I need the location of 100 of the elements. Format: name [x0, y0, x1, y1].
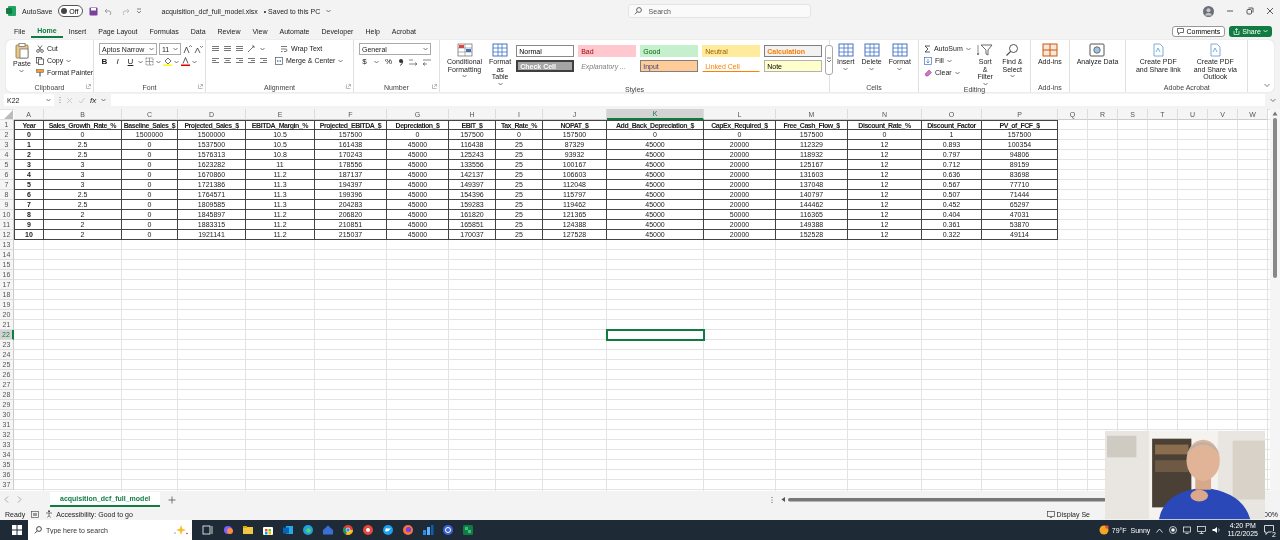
caret-icon[interactable]	[423, 47, 428, 51]
comma-style-icon[interactable]	[398, 57, 404, 66]
caret-icon[interactable]	[497, 82, 503, 87]
save-icon[interactable]	[88, 6, 98, 16]
chevron-up-icon[interactable]	[1156, 527, 1164, 533]
align-left-icon[interactable]	[211, 56, 220, 65]
undo-icon[interactable]	[103, 7, 114, 15]
caret-icon[interactable]	[954, 70, 960, 75]
search-icon	[633, 7, 642, 15]
search-icon	[1004, 43, 1021, 57]
dialog-launcher-icon[interactable]	[86, 84, 91, 89]
customize-icon[interactable]	[135, 8, 142, 14]
sparkle-icon	[174, 525, 188, 535]
caret-icon[interactable]	[260, 46, 265, 51]
gallery-more-button[interactable]	[825, 45, 834, 75]
caret-icon[interactable]	[19, 68, 25, 73]
align-top-icon[interactable]	[211, 44, 220, 53]
enter-icon[interactable]	[78, 96, 85, 104]
decrease-indent-icon[interactable]	[247, 56, 256, 65]
caret-icon[interactable]	[338, 58, 344, 63]
app-icon[interactable]	[442, 524, 454, 536]
font-color-icon[interactable]	[181, 57, 190, 66]
dialog-launcher-icon[interactable]	[198, 84, 203, 89]
currency-button[interactable]: $	[359, 56, 370, 67]
previous-sheet-icon[interactable]	[4, 496, 9, 503]
caret-icon[interactable]	[897, 66, 903, 71]
caret-icon[interactable]	[946, 58, 952, 63]
app-icon[interactable]	[362, 524, 374, 536]
align-middle-icon[interactable]	[223, 44, 232, 53]
caret-icon[interactable]	[174, 59, 179, 64]
expand-icon[interactable]	[1270, 97, 1276, 103]
record-icon[interactable]	[1169, 526, 1178, 534]
folder-icon[interactable]	[242, 524, 254, 536]
document-icon	[1150, 43, 1167, 57]
caret-icon[interactable]	[843, 66, 849, 71]
dialog-launcher-icon[interactable]	[346, 84, 351, 89]
scroll-up-icon[interactable]	[1272, 111, 1278, 116]
network-icon[interactable]	[1197, 526, 1207, 534]
italic-button[interactable]: I	[112, 56, 123, 67]
browser-icon[interactable]	[342, 524, 354, 536]
windows-logo-icon[interactable]	[12, 525, 22, 535]
restore-icon[interactable]	[1246, 7, 1254, 15]
house-icon[interactable]	[322, 524, 334, 536]
decrease-decimal-icon[interactable]	[422, 57, 432, 66]
caret-icon[interactable]	[192, 59, 197, 64]
caret-icon[interactable]	[46, 98, 51, 102]
avatar-icon[interactable]	[1203, 5, 1214, 17]
browser-icon[interactable]	[402, 524, 414, 536]
mail-app-icon[interactable]	[282, 524, 294, 536]
close-icon[interactable]	[1266, 7, 1274, 15]
app-icon[interactable]	[222, 524, 234, 536]
borders-icon[interactable]	[145, 57, 154, 66]
minimize-icon[interactable]	[1226, 7, 1234, 15]
orientation-icon[interactable]	[247, 44, 257, 53]
chart-icon[interactable]	[422, 524, 434, 536]
dialog-launcher-icon[interactable]	[432, 84, 437, 89]
horizontal-scrollbar-icon[interactable]	[781, 496, 1106, 503]
caret-icon[interactable]	[173, 47, 178, 51]
format-table-icon	[492, 43, 509, 57]
align-right-icon[interactable]	[235, 56, 244, 65]
caret-icon[interactable]	[326, 9, 332, 13]
increase-font-size-icon[interactable]	[183, 44, 192, 54]
monitor-icon[interactable]	[1183, 526, 1192, 534]
store-icon[interactable]	[262, 524, 274, 536]
underline-button[interactable]: U	[125, 56, 136, 67]
align-bottom-icon[interactable]	[235, 44, 244, 53]
clipboard-icon	[14, 43, 29, 59]
next-sheet-icon[interactable]	[17, 496, 22, 503]
caret-icon[interactable]	[149, 47, 154, 51]
browser-icon[interactable]	[302, 524, 314, 536]
percent-button[interactable]: %	[383, 56, 394, 67]
fill-color-icon[interactable]	[163, 57, 172, 66]
sun-icon	[1098, 525, 1109, 535]
bold-button[interactable]: B	[99, 56, 110, 67]
caret-icon[interactable]	[965, 46, 971, 51]
cancel-icon[interactable]	[66, 96, 73, 104]
scroll-thumb-icon[interactable]	[1273, 118, 1277, 278]
increase-decimal-icon[interactable]	[408, 57, 418, 66]
spreadsheet-logo-icon[interactable]	[462, 524, 474, 536]
selected-cell[interactable]	[607, 330, 704, 340]
caret-icon[interactable]	[66, 58, 72, 63]
caret-icon[interactable]	[156, 59, 161, 64]
speaker-icon[interactable]	[1212, 526, 1222, 534]
align-center-icon[interactable]	[223, 56, 232, 65]
bird-icon[interactable]	[382, 524, 394, 536]
caret-icon[interactable]	[869, 66, 875, 71]
caret-icon[interactable]	[138, 59, 143, 64]
decrease-font-size-icon[interactable]	[194, 44, 203, 54]
notification-icon[interactable]	[1264, 525, 1274, 535]
collapse-ribbon-icon[interactable]	[1264, 83, 1270, 88]
caret-icon[interactable]	[374, 59, 379, 64]
add-sheet-icon[interactable]	[168, 495, 177, 504]
task-view-icon[interactable]	[202, 524, 214, 536]
increase-indent-icon[interactable]	[259, 56, 268, 65]
caret-icon[interactable]	[462, 74, 467, 79]
caret-icon[interactable]	[982, 82, 988, 87]
macro-icon[interactable]	[31, 510, 40, 518]
caret-icon[interactable]	[101, 98, 107, 102]
insert-function-button[interactable]: fx	[90, 95, 97, 105]
caret-icon[interactable]	[1009, 74, 1015, 79]
